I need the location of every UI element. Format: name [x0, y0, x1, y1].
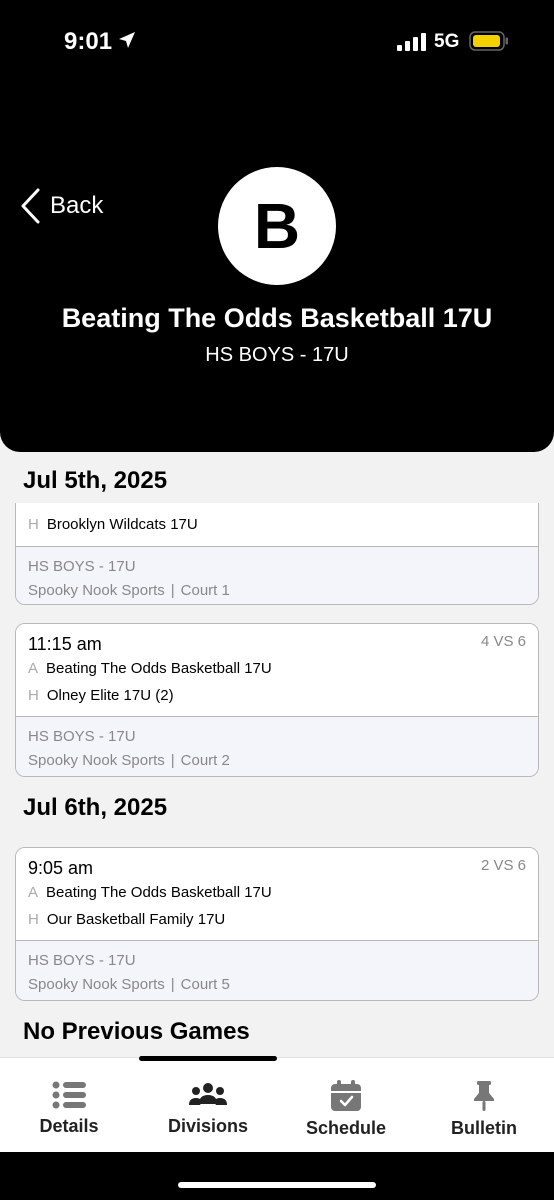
team-header: 9:01 5G Back B Beating The Odds Basketba…: [0, 0, 554, 452]
away-team: Beating The Odds Basketball 17U: [46, 884, 272, 901]
game-division: HS BOYS - 17U: [28, 728, 136, 745]
team-name: Beating The Odds Basketball 17U: [61, 303, 493, 333]
status-time: 9:01: [64, 28, 113, 55]
court: Court 5: [180, 976, 230, 993]
date-header: Jul 5th, 2025: [0, 459, 554, 503]
team-avatar: B: [218, 167, 336, 285]
venue: Spooky Nook Sports: [28, 976, 165, 993]
group-icon: [189, 1083, 227, 1105]
scroll-indicator: [139, 1056, 277, 1061]
team-schedule-screen: 9:01 5G Back B Beating The Odds Basketba…: [0, 0, 554, 1200]
tab-label: Details: [39, 1116, 99, 1136]
game-location: Spooky Nook Sports | Court 2: [28, 751, 526, 775]
venue: Spooky Nook Sports: [28, 752, 165, 769]
home-marker: H: [28, 911, 39, 928]
home-indicator[interactable]: [178, 1182, 376, 1188]
game-time: 11:15 am: [28, 634, 102, 654]
home-team-row: H Our Basketball Family 17U: [28, 911, 225, 928]
list-icon: [52, 1081, 86, 1109]
game-location: Spooky Nook Sports | Court 1: [28, 581, 526, 604]
game-card[interactable]: 9:05 am 2 VS 6 A Beating The Odds Basketb…: [15, 847, 539, 1001]
bottom-safe-area: [0, 1152, 554, 1200]
away-team-row: A Beating The Odds Basketball 17U: [28, 884, 272, 901]
away-team-row: A Beating The Odds Basketball 17U: [28, 660, 272, 677]
date-header: Jul 6th, 2025: [0, 786, 554, 830]
tab-bar: Details Divisions Schedule Bulletin: [0, 1057, 554, 1152]
away-team: Beating The Odds Basketball 17U: [46, 660, 272, 677]
home-team-row: H Olney Elite 17U (2): [28, 687, 174, 704]
network-type: 5G: [434, 31, 460, 52]
battery-icon: [469, 31, 508, 51]
court: Court 2: [180, 752, 230, 769]
location-separator: |: [170, 752, 175, 769]
tab-label: Bulletin: [451, 1118, 517, 1138]
away-marker: A: [28, 660, 39, 677]
away-marker: A: [28, 884, 39, 901]
previous-games-header: No Previous Games: [0, 1010, 554, 1054]
tab-bulletin[interactable]: Bulletin: [414, 1080, 554, 1139]
venue: Spooky Nook Sports: [28, 582, 165, 599]
home-team-row: H Brooklyn Wildcats 17U: [28, 516, 198, 533]
tab-details[interactable]: Details: [0, 1080, 139, 1137]
calendar-icon: [331, 1080, 361, 1111]
game-location: Spooky Nook Sports | Court 5: [28, 975, 526, 999]
tab-schedule[interactable]: Schedule: [276, 1080, 416, 1139]
tab-label: Divisions: [167, 1116, 249, 1136]
tab-label: Schedule: [305, 1118, 387, 1138]
home-team: Olney Elite 17U (2): [46, 687, 174, 704]
game-division: HS BOYS - 17U: [28, 952, 136, 969]
home-marker: H: [28, 516, 39, 533]
pin-icon: [474, 1081, 494, 1111]
location-arrow-icon: [119, 32, 135, 48]
home-team: Brooklyn Wildcats 17U: [46, 516, 198, 533]
home-marker: H: [28, 687, 39, 704]
chevron-left-icon: [21, 188, 40, 224]
matchup-seeds: 4 VS 6: [480, 633, 526, 650]
matchup-seeds: 2 VS 6: [480, 857, 526, 874]
game-time: 9:05 am: [28, 858, 94, 878]
game-card[interactable]: 11:15 am 4 VS 6 A Beating The Odds Basket…: [15, 623, 539, 777]
court: Court 1: [180, 582, 230, 599]
team-division: HS BOYS - 17U: [205, 344, 349, 366]
back-button[interactable]: Back: [20, 186, 103, 226]
location-separator: |: [170, 976, 175, 993]
back-label: Back: [50, 192, 104, 219]
home-team: Our Basketball Family 17U: [46, 911, 226, 928]
location-separator: |: [170, 582, 175, 599]
tab-divisions[interactable]: Divisions: [138, 1080, 278, 1137]
game-division: HS BOYS - 17U: [28, 558, 136, 575]
signal-icon: [397, 33, 426, 51]
